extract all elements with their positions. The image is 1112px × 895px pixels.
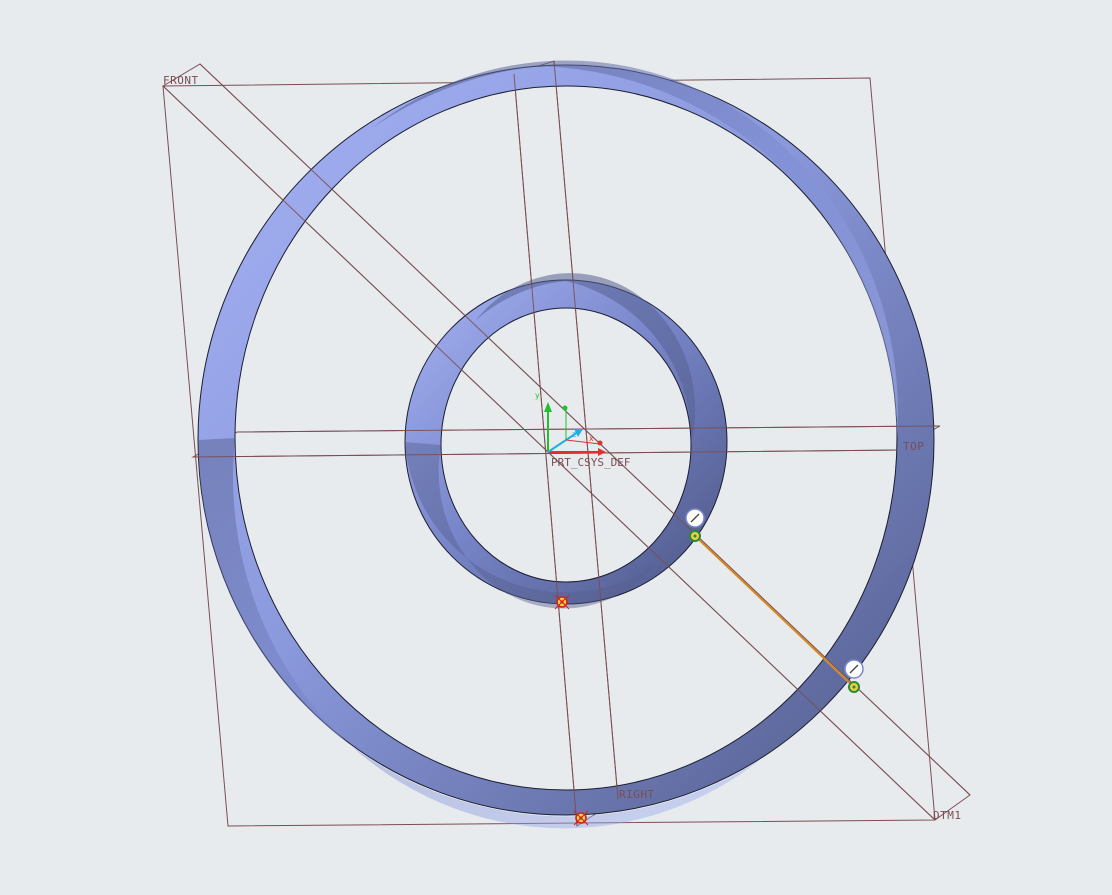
vertex-marker-icon[interactable]: [573, 810, 589, 826]
csys-z-axis-label: z: [572, 430, 576, 439]
front-plane-label: FRONT: [163, 74, 199, 87]
csys-x-axis-label: x: [589, 434, 594, 443]
outer-ring-surface[interactable]: [197, 60, 935, 829]
csys-name-label: PRT_CSYS_DEF: [551, 456, 630, 469]
vertex-marker-icon[interactable]: [554, 594, 570, 610]
datum-planes: [162, 60, 971, 827]
model-viewport[interactable]: FRONT TOP RIGHT DTM1 y z x PRT_CSYS_DEF: [0, 0, 1112, 895]
right-plane-label: RIGHT: [619, 788, 655, 801]
line-endpoint-end[interactable]: [848, 681, 860, 693]
sketch-line[interactable]: [694, 535, 855, 688]
csys-y-axis-label: y: [535, 391, 540, 400]
dtm1-plane-label: DTM1: [933, 809, 962, 822]
line-endpoint-start[interactable]: [689, 530, 701, 542]
ruler-handle-icon[interactable]: [685, 508, 705, 528]
datum-plane-overlays: [162, 60, 971, 827]
top-plane-label: TOP: [903, 440, 924, 453]
ruler-handle-icon[interactable]: [844, 659, 864, 679]
